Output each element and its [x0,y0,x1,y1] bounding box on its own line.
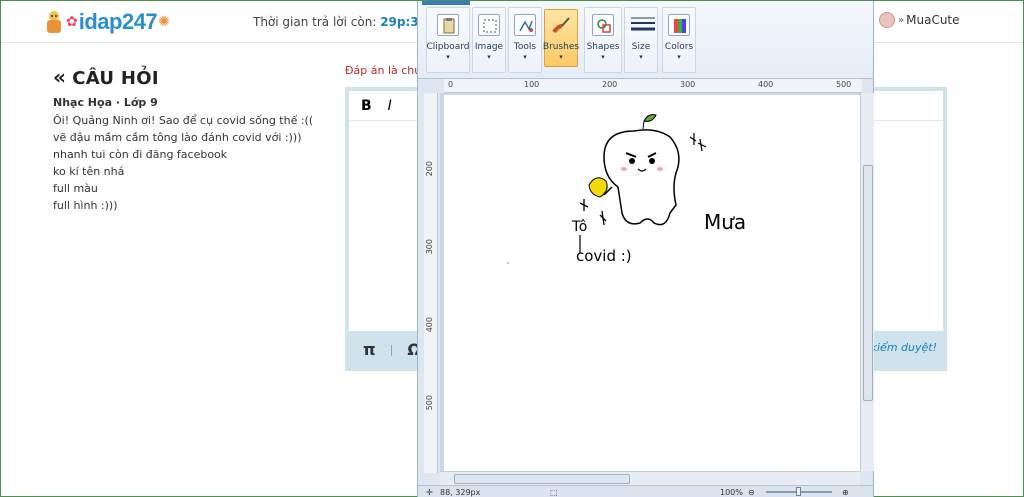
drawing-canvas[interactable]: Tô covid :) Mưa [444,95,862,471]
ruler-tick-label: 400 [758,80,774,89]
ruler-tick-label: 200 [602,80,618,89]
size-label: Size [631,42,651,52]
chevron-down-icon: ▾ [487,53,491,61]
back-chevron-icon[interactable]: « [53,65,66,89]
horizontal-ruler: 0 100 200 300 400 500 [444,79,862,93]
chevron-down-icon: ▾ [559,53,563,61]
zoom-in-icon[interactable]: ⊕ [842,488,849,497]
tools-label: Tools [513,42,537,52]
brush-icon [550,14,572,36]
scroll-thumb[interactable] [863,165,873,401]
group-shapes: Shapes ▾ [584,7,622,73]
shapes-button[interactable]: Shapes ▾ [587,10,619,68]
question-line: full hình :))) [53,199,118,212]
speech-text: Tô [571,219,587,235]
question-meta: Nhạc Họa · Lớp 9 [53,96,158,109]
logo-sun-icon: ✺ [158,14,170,30]
ruler-tick-label: 500 [425,395,434,411]
vertical-ruler: 200 300 400 500 [424,93,438,473]
username: MuaCute [906,13,960,27]
page-title: « CÂU HỎI [53,65,159,89]
logo-text: idap247 [78,9,158,34]
line-size-icon [630,14,655,36]
zoom-slider-handle[interactable] [796,487,801,496]
question-line: Ôi! Quảng Ninh ơi! Sao để cụ covid sống … [53,114,314,127]
tools-button[interactable]: Tools ▾ [511,10,539,68]
color-palette-icon [668,14,690,36]
ruler-tick-label: 300 [680,80,696,89]
timer-label: Thời gian trả lời còn: [253,15,377,29]
user-menu[interactable]: » MuaCute [879,12,960,28]
group-colors: Colors ▾ [662,7,696,73]
ruler-tick-label: 300 [425,239,434,255]
ruler-tick-label: 200 [425,161,434,177]
brushes-label: Brushes [542,42,580,52]
colors-button[interactable]: Colors ▾ [665,10,693,68]
shapes-icon [592,14,614,36]
caption-text: covid :) [576,247,632,265]
zoom-out-icon[interactable]: ⊖ [748,488,755,497]
chevron-down-icon: ▾ [639,53,643,61]
logo-mascot-icon [43,9,65,35]
horizontal-scrollbar[interactable] [440,471,860,485]
signature-text: Mưa [704,210,746,234]
crosshair-icon: ✛ [426,488,433,497]
sprout-drawing: Tô covid :) Mưa [507,114,746,265]
question-line: ko kí tên nhá [53,165,125,178]
scroll-thumb[interactable] [454,474,630,484]
paint-window[interactable]: Clipboard ▾ Image ▾ Tools ▾ Brushes ▾ Sh… [417,1,874,497]
ruler-tick-label: 500 [836,80,852,89]
question-line: vẽ đậu mầm cầm tông lào đánh covid với :… [53,131,302,144]
group-brushes: Brushes ▾ [542,7,580,73]
ruler-tick-label: 400 [425,317,434,333]
paint-ribbon: Clipboard ▾ Image ▾ Tools ▾ Brushes ▾ Sh… [418,1,873,79]
clipboard-button[interactable]: Clipboard ▾ [426,10,470,68]
bold-button[interactable]: B [361,98,372,114]
colors-label: Colors [664,42,694,52]
question-line: full màu [53,182,98,195]
section-title: CÂU HỎI [72,68,159,89]
group-clipboard: Clipboard ▾ [426,7,470,73]
selection-size-icon: ⬚ [550,488,558,497]
ribbon-tab-indicator [422,1,470,5]
group-image: Image ▾ [472,7,506,73]
pi-button[interactable]: π [363,340,376,359]
ruler-tick-label: 100 [524,80,540,89]
clipboard-icon [437,14,459,36]
answer-note: Đáp án là chư [345,64,422,77]
size-button[interactable]: Size ▾ [627,10,655,68]
clipboard-label: Clipboard [426,42,470,52]
chevron-down-icon: ▾ [601,53,605,61]
question-line: nhanh tui còn đi đăng facebook [53,148,228,161]
status-bar: ✛ 88, 329px ⬚ 100% ⊖ ⊕ [418,485,873,497]
italic-button[interactable]: I [388,98,392,114]
ruler-tick-label: 0 [448,80,454,89]
double-chevron-down-icon: » [898,14,905,26]
answer-timer: Thời gian trả lời còn: 29p:30s [253,15,434,29]
canvas-area: Tô covid :) Mưa [440,93,862,471]
tools-icon [514,14,536,36]
avatar [879,12,895,28]
shapes-label: Shapes [586,42,620,52]
question-body: Ôi! Quảng Ninh ơi! Sao để cụ covid sống … [53,112,343,214]
image-button[interactable]: Image ▾ [475,10,503,68]
vertical-scrollbar[interactable] [860,93,874,471]
group-size: Size ▾ [624,7,658,73]
toolbar-separator: | [389,342,394,356]
group-tools: Tools ▾ [508,7,542,73]
brushes-button[interactable]: Brushes ▾ [542,9,580,67]
chevron-down-icon: ▾ [677,53,681,61]
logo-flower-icon: ✿ [66,14,78,30]
cursor-coordinates: 88, 329px [440,488,481,497]
review-note: kiểm duyệt! [870,341,937,354]
chevron-down-icon: ▾ [446,53,450,61]
image-label: Image [474,42,504,52]
select-icon [478,14,500,36]
site-logo[interactable]: ✿ idap247 ✺ [43,7,171,37]
zoom-level: 100% [720,488,743,497]
chevron-down-icon: ▾ [523,53,527,61]
